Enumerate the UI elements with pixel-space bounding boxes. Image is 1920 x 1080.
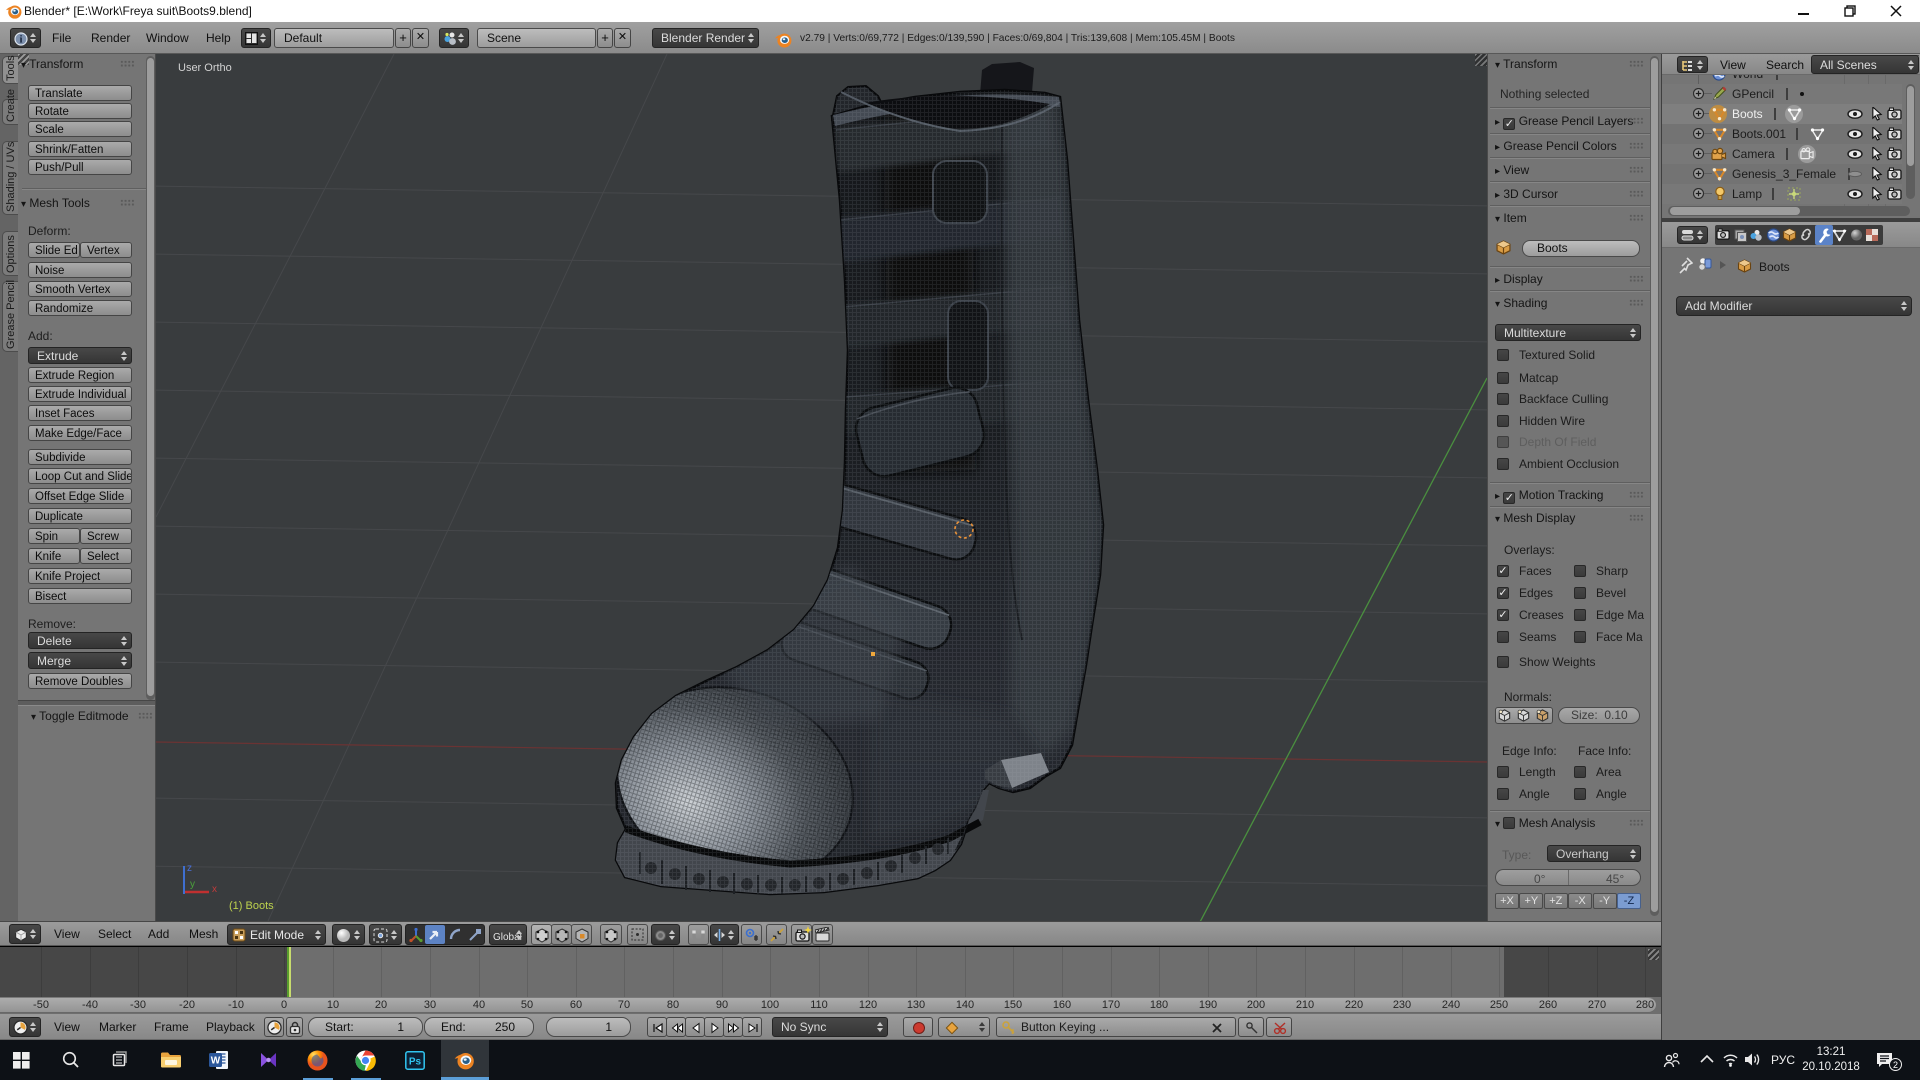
- svg-text:x: x: [212, 884, 217, 895]
- svg-text:i: i: [20, 35, 23, 46]
- svg-text:W: W: [211, 1056, 221, 1067]
- svg-text:z: z: [187, 863, 192, 874]
- svg-text:y: y: [190, 879, 195, 890]
- svg-text:Ps: Ps: [409, 1057, 422, 1068]
